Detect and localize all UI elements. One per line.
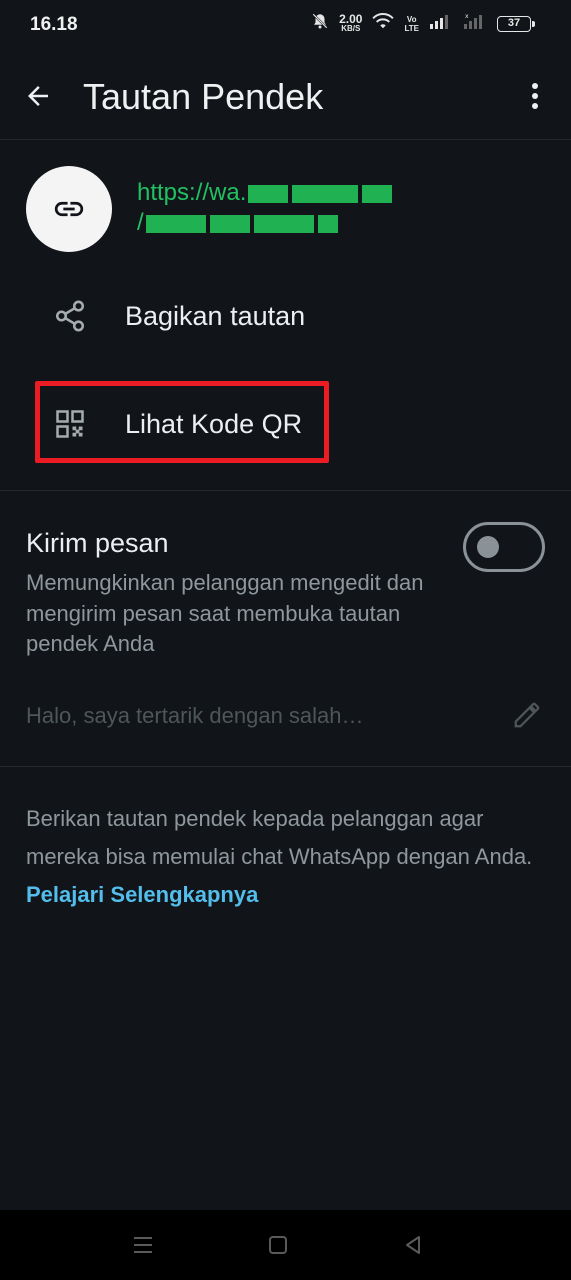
recent-apps-button[interactable] (128, 1232, 158, 1258)
options-divider (0, 490, 571, 491)
url-redaction (292, 184, 359, 203)
send-message-title: Kirim pesan (26, 528, 169, 558)
more-options-button[interactable] (517, 76, 553, 116)
url-redaction (362, 184, 393, 203)
view-qr-option[interactable]: Lihat Kode QR (50, 394, 302, 454)
info-body: Berikan tautan pendek kepada pelanggan a… (26, 806, 533, 869)
send-message-description: Memungkinkan pelanggan mengedit dan meng… (26, 570, 424, 656)
screen: 16.18 2.00 KB/S Vo LTE x 37 Tautan Pende… (0, 0, 571, 1280)
svg-text:x: x (465, 13, 469, 20)
status-icons: 2.00 KB/S Vo LTE x 37 (311, 11, 535, 35)
square-home-icon (269, 1236, 287, 1254)
back-arrow-icon (28, 86, 48, 106)
edit-pencil-icon[interactable] (512, 700, 542, 735)
link-icon (54, 201, 84, 217)
url-redaction (253, 214, 314, 233)
back-button[interactable] (18, 76, 58, 116)
volte-bottom: LTE (404, 23, 419, 33)
url-visible-part-2: / (137, 209, 144, 236)
net-speed: 2.00 KB/S (339, 11, 363, 34)
share-link-option[interactable]: Bagikan tautan (50, 286, 305, 346)
info-text: Berikan tautan pendek kepada pelanggan a… (26, 800, 556, 914)
triangle-back-icon (406, 1236, 420, 1254)
message-divider (0, 766, 571, 767)
menu-lines-icon (134, 1237, 152, 1253)
url-visible-part: https://wa. (137, 179, 247, 206)
signal-icon-2: x (463, 13, 487, 34)
wifi-icon (372, 12, 395, 35)
status-bar: 16.18 2.00 KB/S Vo LTE x 37 (0, 0, 571, 50)
message-placeholder: Halo, saya tertarik dengan salah… (26, 703, 364, 728)
learn-more-link[interactable]: Pelajari Selengkapnya (26, 882, 258, 907)
status-time: 16.18 (30, 14, 78, 35)
prefilled-message-field[interactable]: Halo, saya tertarik dengan salah… (26, 700, 546, 736)
more-vert-icon (532, 83, 538, 109)
app-bar: Tautan Pendek (0, 50, 571, 140)
view-qr-label: Lihat Kode QR (125, 408, 303, 439)
short-link-url[interactable]: https://wa. / (137, 178, 417, 238)
signal-icon (429, 13, 453, 34)
share-link-label: Bagikan tautan (125, 300, 306, 331)
net-speed-unit: KB/S (341, 23, 361, 33)
url-redaction (209, 214, 250, 233)
back-nav-button[interactable] (398, 1232, 428, 1258)
toggle-knob (477, 536, 499, 558)
url-redaction (317, 214, 338, 233)
url-redaction (248, 184, 289, 203)
share-icon (50, 299, 90, 333)
system-nav-bar (0, 1210, 571, 1280)
mute-icon (311, 12, 329, 35)
home-button[interactable] (263, 1232, 293, 1258)
send-message-toggle[interactable] (463, 522, 545, 572)
battery-icon: 37 (497, 15, 535, 32)
volte-indicator: Vo LTE (404, 15, 419, 33)
qr-code-icon (50, 409, 90, 439)
net-speed-value: 2.00 (339, 11, 363, 26)
page-title: Tautan Pendek (83, 76, 324, 117)
header-divider (0, 139, 571, 140)
url-redaction (145, 214, 206, 233)
link-avatar (26, 166, 112, 252)
volte-top: Vo (406, 14, 417, 24)
